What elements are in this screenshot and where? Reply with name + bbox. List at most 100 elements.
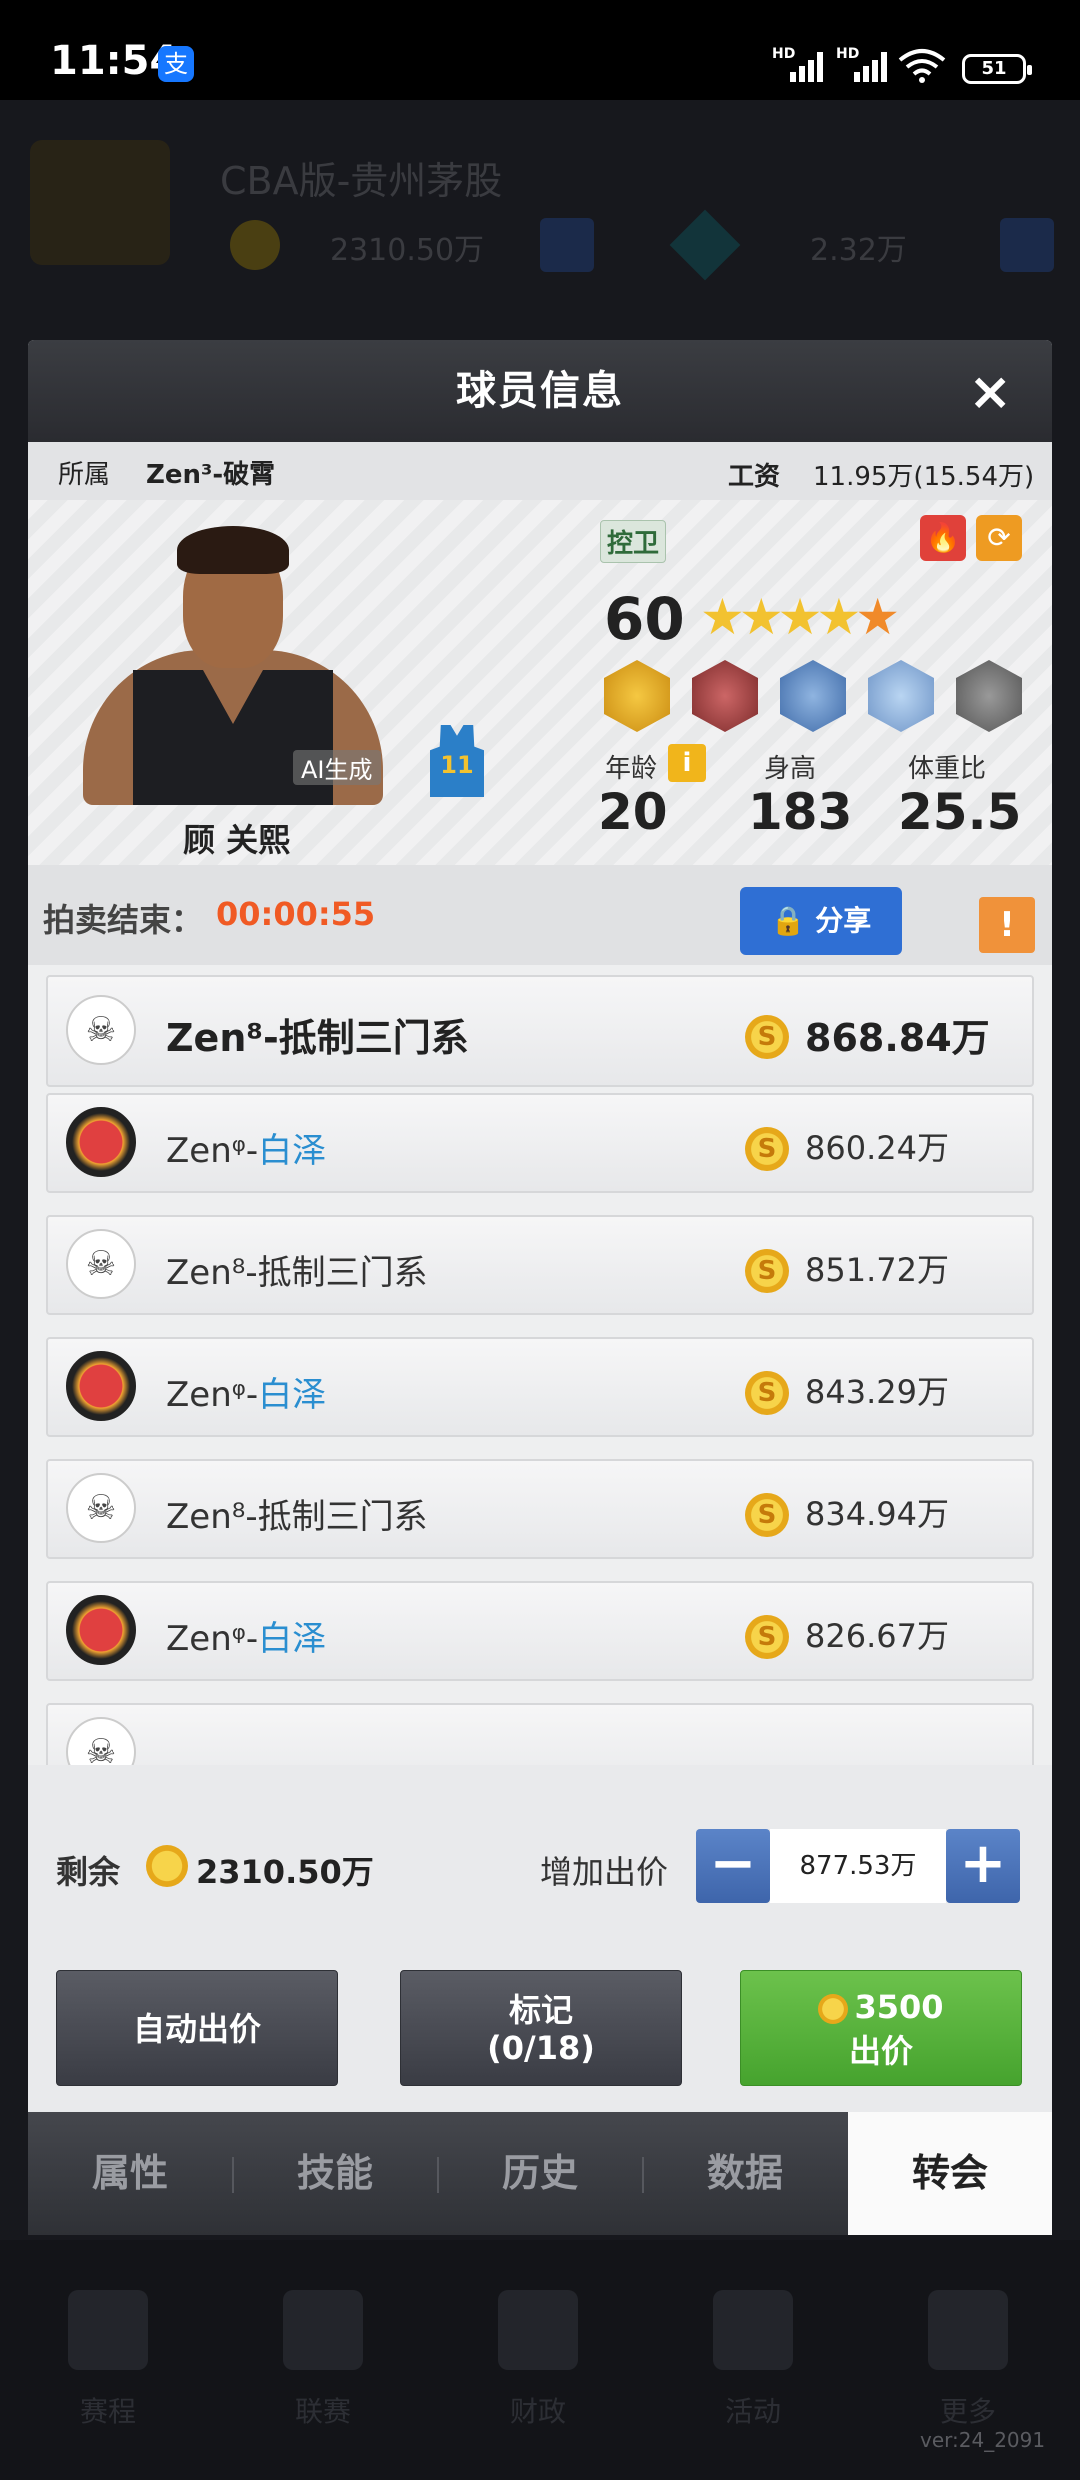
bid-amount: 843.29万 xyxy=(805,1373,949,1411)
bid-list[interactable]: ☠ Zen⁸-抵制三门系 S 868.84万 Zenᵠ-白泽 S 860.24万… xyxy=(28,965,1052,1765)
weight-value: 25.5 xyxy=(898,783,1022,841)
nav-label: 赛程 xyxy=(79,2395,136,2428)
wifi-icon xyxy=(898,49,946,83)
bid-amount: 868.84万 xyxy=(805,1016,990,1060)
bid-row: ☠ Zen⁸-抵制三门系 S 868.84万 xyxy=(46,975,1034,1087)
height-label: 身高 xyxy=(764,754,817,784)
bid-label: 出价 xyxy=(848,2032,913,2070)
bid-price: 3500 xyxy=(854,1988,944,2026)
skill-badge-locked-icon[interactable] xyxy=(868,660,934,732)
bid-team: Zenᵠ-白泽 xyxy=(166,1375,327,1415)
nav-label: 更多 xyxy=(939,2395,996,2428)
player-rating: 60 xyxy=(604,585,685,653)
team-avatar-icon: ☠ xyxy=(66,1717,136,1765)
player-card: AI生成 顾 关熙 11 控卫 🔥 ⟳ 60 ★★★★★ 年龄 i 身高 体重比… xyxy=(28,500,1052,865)
tab-stats[interactable]: 数据 xyxy=(643,2112,847,2235)
nav-label: 联赛 xyxy=(294,2395,351,2428)
bid-row: ☠ Zen⁸-抵制三门系 S 834.94万 xyxy=(46,1459,1034,1559)
tab-history[interactable]: 历史 xyxy=(438,2112,642,2235)
gem-icon xyxy=(669,209,741,281)
version-label: ver:24_2091 xyxy=(920,2428,1046,2452)
team-avatar-icon: ☠ xyxy=(66,1229,136,1299)
team-label: 所属 xyxy=(58,460,111,490)
gem-value: 2.32万 xyxy=(810,233,907,268)
age-label: 年龄 xyxy=(605,754,658,784)
bid-row: Zenᵠ-白泽 S 860.24万 xyxy=(46,1093,1034,1193)
close-icon[interactable]: × xyxy=(968,362,1012,422)
bid-amount: 860.24万 xyxy=(805,1129,949,1167)
auction-bar: 拍卖结束： 00:00:55 🔒 分享 ! xyxy=(28,865,1052,965)
add-gem-button xyxy=(1000,218,1054,272)
bid-amount: 834.94万 xyxy=(805,1495,949,1533)
coin-icon: S xyxy=(745,1371,789,1415)
coin-icon xyxy=(146,1845,188,1887)
tab-attributes[interactable]: 属性 xyxy=(28,2112,232,2235)
mark-label: 标记 xyxy=(508,1991,573,2029)
bid-team: Zenᵠ-白泽 xyxy=(166,1619,327,1659)
auction-countdown: 00:00:55 xyxy=(216,895,376,933)
share-label: 分享 xyxy=(815,904,872,937)
coin-icon: S xyxy=(745,1493,789,1537)
remaining-value: 2310.50万 xyxy=(196,1853,374,1891)
team-avatar-icon xyxy=(66,1107,136,1177)
weight-label: 体重比 xyxy=(908,754,987,784)
finance-icon xyxy=(498,2290,578,2370)
tab-skills[interactable]: 技能 xyxy=(233,2112,437,2235)
nav-label: 财政 xyxy=(509,2395,566,2428)
bid-team: Zen⁸-抵制三门系 xyxy=(166,1497,428,1537)
remaining-label: 剩余 xyxy=(56,1853,121,1891)
coin-icon: S xyxy=(745,1249,789,1293)
player-info-modal: 球员信息 × 所属 Zen³-破霄 工资 11.95万(15.54万) AI生成… xyxy=(28,340,1052,2235)
mark-button[interactable]: 标记 (0/18) xyxy=(400,1970,682,2086)
alipay-icon: 支 xyxy=(158,46,194,82)
skill-badge-red-icon[interactable] xyxy=(692,660,758,732)
club-logo xyxy=(30,140,170,265)
schedule-icon xyxy=(68,2290,148,2370)
bid-row: Zenᵠ-白泽 S 843.29万 xyxy=(46,1337,1034,1437)
modal-title: 球员信息 xyxy=(456,368,624,414)
add-cash-button xyxy=(540,218,594,272)
salary-label: 工资 xyxy=(728,462,781,492)
skill-badge-empty-icon[interactable] xyxy=(956,660,1022,732)
coin-icon xyxy=(818,1994,849,2024)
height-value: 183 xyxy=(748,783,853,841)
coin-icon xyxy=(230,220,280,270)
increase-bid-label: 增加出价 xyxy=(540,1853,669,1891)
jersey-icon: 11 xyxy=(430,725,484,797)
bid-controls: 剩余 2310.50万 增加出价 − 877.53万 + 自动出价 标记 (0/… xyxy=(28,1785,1052,2110)
tab-transfer[interactable]: 转会 xyxy=(848,2112,1052,2235)
skill-badge-blue-icon[interactable] xyxy=(780,660,846,732)
auto-bid-button[interactable]: 自动出价 xyxy=(56,1970,338,2086)
skill-badge-gold-icon[interactable] xyxy=(604,660,670,732)
trophy-icon xyxy=(283,2290,363,2370)
bid-amount-field[interactable]: 877.53万 xyxy=(770,1829,946,1903)
bid-row: Zenᵠ-白泽 S 826.67万 xyxy=(46,1581,1034,1681)
bottom-nav: 赛程 联赛 财政 活动 更多 xyxy=(0,2240,1080,2480)
nav-label: 活动 xyxy=(724,2395,781,2428)
signal-icon-1 xyxy=(790,52,826,82)
warning-icon[interactable]: ! xyxy=(979,897,1035,953)
cash-value: 2310.50万 xyxy=(330,233,485,268)
modal-tabs: 属性 技能 历史 数据 转会 xyxy=(28,2112,1052,2235)
player-name: 顾 关熙 xyxy=(183,821,291,859)
position-badge: 控卫 xyxy=(600,520,667,563)
increase-bid-button[interactable]: + xyxy=(946,1829,1020,1903)
decrease-bid-button[interactable]: − xyxy=(696,1829,770,1903)
mark-count: (0/18) xyxy=(487,2029,595,2067)
swap-icon[interactable]: ⟳ xyxy=(976,515,1022,561)
info-icon[interactable]: i xyxy=(668,744,706,782)
team-avatar-icon: ☠ xyxy=(66,995,136,1065)
bid-team: Zen⁸-抵制三门系 xyxy=(166,1016,469,1060)
gift-icon xyxy=(713,2290,793,2370)
signal-icon-2 xyxy=(854,52,890,82)
auction-end-label: 拍卖结束： xyxy=(43,901,204,939)
team-avatar-icon: ☠ xyxy=(66,1473,136,1543)
team-name: Zen³-破霄 xyxy=(146,460,276,490)
team-info-bar: 所属 Zen³-破霄 工资 11.95万(15.54万) xyxy=(28,442,1052,500)
coin-icon: S xyxy=(745,1615,789,1659)
team-avatar-icon xyxy=(66,1595,136,1665)
flame-icon[interactable]: 🔥 xyxy=(920,515,966,561)
share-button[interactable]: 🔒 分享 xyxy=(740,887,902,955)
place-bid-button[interactable]: 3500 出价 xyxy=(740,1970,1022,2086)
bid-team: Zenᵠ-白泽 xyxy=(166,1131,327,1171)
